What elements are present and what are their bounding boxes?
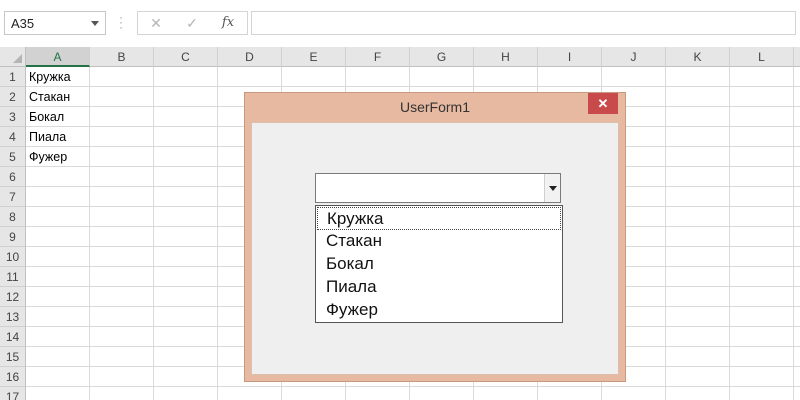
list-item[interactable]: Пиала xyxy=(316,276,562,299)
formula-input[interactable] xyxy=(251,11,796,35)
row-header[interactable]: 2 xyxy=(0,87,25,107)
close-icon[interactable]: ✕ xyxy=(588,93,618,114)
column-header[interactable]: G xyxy=(410,47,474,67)
select-all-icon xyxy=(13,54,22,63)
cell-a2[interactable]: Стакан xyxy=(29,87,70,107)
separator-dots: · · · xyxy=(119,10,123,34)
column-header[interactable]: H xyxy=(474,47,538,67)
row-header[interactable]: 5 xyxy=(0,147,25,167)
column-headers: ABCDEFGHIJKL xyxy=(26,47,800,67)
row-header[interactable]: 6 xyxy=(0,167,25,187)
cell-a5[interactable]: Фужер xyxy=(29,147,67,167)
combobox-list: Кружка Стакан Бокал Пиала Фужер xyxy=(315,205,563,323)
row-headers: 1 2 3 4 5 6 7 8 9 10 11 12 13 14 15 16 17 xyxy=(0,67,26,400)
select-all-button[interactable] xyxy=(0,47,26,67)
cell-a3[interactable]: Бокал xyxy=(29,107,64,127)
row-header[interactable]: 12 xyxy=(0,287,25,307)
list-item[interactable]: Фужер xyxy=(316,299,562,322)
chevron-down-icon xyxy=(549,186,557,191)
row-header[interactable]: 8 xyxy=(0,207,25,227)
row-header[interactable]: 1 xyxy=(0,67,25,87)
row-header[interactable]: 9 xyxy=(0,227,25,247)
column-header[interactable]: J xyxy=(602,47,666,67)
row-header[interactable]: 10 xyxy=(0,247,25,267)
row-header[interactable]: 13 xyxy=(0,307,25,327)
column-header[interactable]: E xyxy=(282,47,346,67)
list-item[interactable]: Бокал xyxy=(316,253,562,276)
cell-a4[interactable]: Пиала xyxy=(29,127,66,147)
insert-function-icon[interactable]: fx xyxy=(216,14,240,32)
column-header[interactable]: L xyxy=(730,47,794,67)
userform-window: UserForm1 ✕ Кружка Стакан Бокал Пиала Фужер xyxy=(244,92,626,382)
check-icon[interactable]: ✓ xyxy=(180,14,204,32)
row-header[interactable]: 16 xyxy=(0,367,25,387)
cell-a1[interactable]: Кружка xyxy=(29,67,71,87)
column-header[interactable]: A xyxy=(26,47,90,67)
row-header[interactable]: 17 xyxy=(0,387,25,400)
list-item[interactable]: Кружка xyxy=(317,207,561,230)
column-header[interactable]: C xyxy=(154,47,218,67)
column-header[interactable]: B xyxy=(90,47,154,67)
formula-buttons: ✕ ✓ fx xyxy=(137,11,248,35)
row-header[interactable]: 15 xyxy=(0,347,25,367)
row-header[interactable]: 7 xyxy=(0,187,25,207)
name-box-value: A35 xyxy=(11,16,35,31)
combobox-dropdown-button[interactable] xyxy=(544,174,560,202)
userform-title: UserForm1 xyxy=(399,99,470,115)
column-header[interactable]: K xyxy=(666,47,730,67)
userform-client-area: Кружка Стакан Бокал Пиала Фужер xyxy=(251,122,619,375)
row-header[interactable]: 14 xyxy=(0,327,25,347)
column-header[interactable]: F xyxy=(346,47,410,67)
cancel-icon[interactable]: ✕ xyxy=(144,14,168,32)
formula-bar: A35 · · · ✕ ✓ fx xyxy=(0,0,800,47)
name-box[interactable]: A35 xyxy=(4,11,106,35)
column-header[interactable]: D xyxy=(218,47,282,67)
row-header[interactable]: 3 xyxy=(0,107,25,127)
chevron-down-icon[interactable] xyxy=(91,21,99,26)
column-header[interactable]: I xyxy=(538,47,602,67)
combobox[interactable] xyxy=(315,173,561,203)
row-header[interactable]: 4 xyxy=(0,127,25,147)
row-header[interactable]: 11 xyxy=(0,267,25,287)
list-item[interactable]: Стакан xyxy=(316,230,562,253)
